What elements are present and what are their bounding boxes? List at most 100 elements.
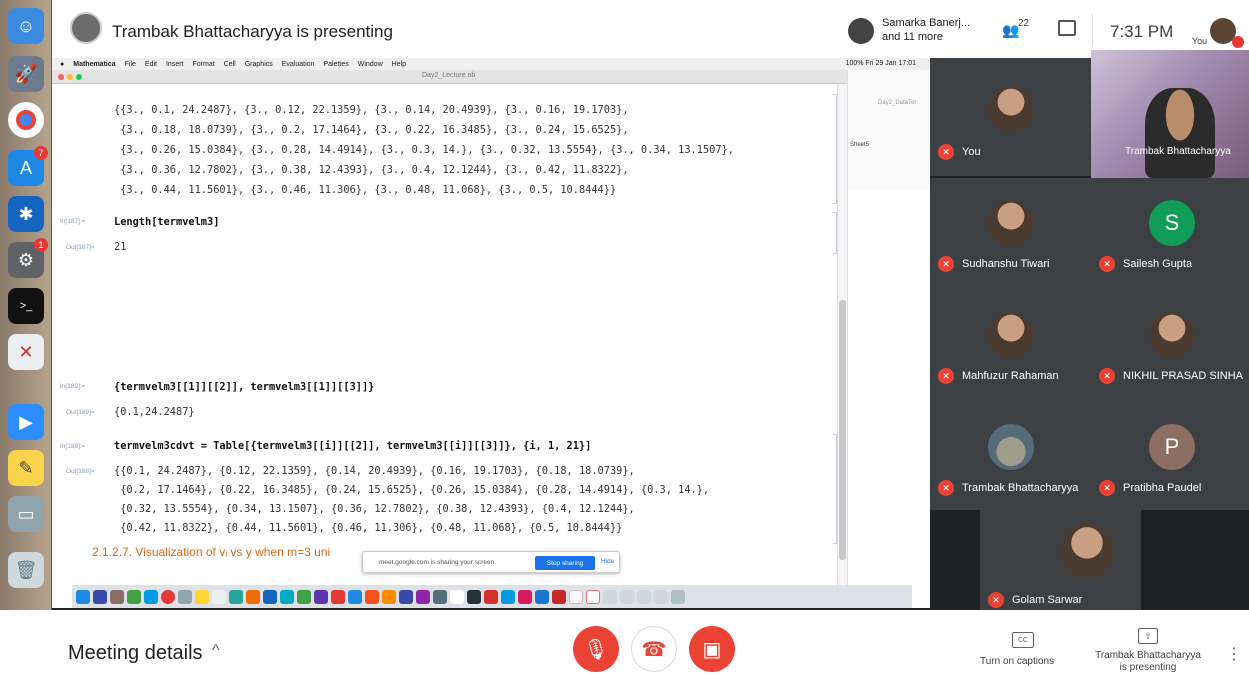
participant-tile[interactable]: P ✕ Pratibha Paudel — [1091, 400, 1249, 510]
participant-tile[interactable]: ✕ Golam Sarwar — [980, 510, 1141, 610]
shared-screen: ● Mathematica File Edit Insert Format Ce… — [52, 58, 930, 608]
mathematica-notebook[interactable]: {{3., 0.1, 24.2487}, {3., 0.12, 22.1359}… — [52, 84, 847, 608]
app-icon[interactable] — [433, 589, 447, 604]
people-icon[interactable]: 👥 — [1002, 22, 1019, 39]
menu-format[interactable]: Format — [193, 61, 215, 68]
app-icon[interactable] — [484, 589, 498, 604]
app-icon[interactable] — [178, 589, 192, 604]
app-icon[interactable] — [535, 589, 549, 604]
app-icon[interactable] — [280, 589, 294, 604]
notes-icon[interactable]: ✎ — [8, 450, 44, 486]
menu-app[interactable]: Mathematica — [73, 61, 115, 68]
menu-help[interactable]: Help — [392, 61, 406, 68]
finder-icon[interactable]: ☺ — [8, 8, 44, 44]
mic-off-button[interactable]: 🎙 — [573, 626, 619, 672]
app-icon[interactable] — [93, 589, 107, 604]
menu-window[interactable]: Window — [358, 61, 383, 68]
app-icon[interactable] — [518, 589, 532, 604]
app-icon[interactable] — [603, 589, 617, 604]
camera-off-button[interactable]: ▣ — [689, 626, 735, 672]
app-icon[interactable] — [76, 589, 90, 604]
app-icon[interactable] — [263, 589, 277, 604]
input-cell[interactable]: {termvelm3[[1]][[2]], termvelm3[[1]][[3]… — [114, 381, 374, 393]
app-icon[interactable] — [552, 589, 566, 604]
app-icon[interactable] — [127, 589, 141, 604]
input-cell[interactable]: termvelm3cdvt = Table[{termvelm3[[i]][[2… — [114, 440, 591, 452]
app-icon[interactable] — [501, 589, 515, 604]
app-icon[interactable] — [586, 589, 600, 604]
hide-button[interactable]: Hide — [601, 558, 614, 565]
viewer-avatar — [848, 18, 874, 44]
menu-insert[interactable]: Insert — [166, 61, 184, 68]
app-icon[interactable] — [399, 589, 413, 604]
divider — [1092, 14, 1093, 46]
menu-edit[interactable]: Edit — [145, 61, 157, 68]
app-icon[interactable] — [365, 589, 379, 604]
apple-icon[interactable]: ● — [60, 61, 64, 68]
trash-icon[interactable]: 🗑 — [8, 552, 44, 588]
menu-graphics[interactable]: Graphics — [245, 61, 273, 68]
trash-icon[interactable] — [671, 589, 685, 604]
scrollbar-thumb[interactable] — [839, 300, 846, 560]
app-icon[interactable] — [569, 589, 583, 604]
app-icon[interactable] — [110, 589, 124, 604]
app-icon[interactable] — [637, 589, 651, 604]
chevron-up-icon[interactable]: ^ — [212, 642, 220, 660]
participant-tile[interactable]: ✕ You — [930, 58, 1091, 176]
system-preferences-icon[interactable]: ⚙ 1 — [8, 238, 48, 278]
meeting-details-button[interactable]: Meeting details — [68, 642, 203, 665]
section-heading[interactable]: 2.1.2.7. Visualization of vᵢ vs y when m… — [92, 545, 330, 559]
terminal-icon[interactable]: >_ — [8, 288, 44, 324]
participant-video-tile[interactable]: Trambak Bhattacharyya — [1091, 50, 1249, 178]
output-label: Out[189]= — [66, 409, 95, 416]
app-icon[interactable] — [450, 589, 464, 604]
presenting-status[interactable]: Trambak Bhattacharyya is presenting — [1088, 650, 1208, 674]
participant-tile[interactable]: S ✕ Sailesh Gupta — [1091, 178, 1249, 290]
present-screen-icon[interactable]: ⇧ — [1138, 628, 1158, 644]
app-icon[interactable] — [467, 589, 481, 604]
menu-evaluation[interactable]: Evaluation — [282, 61, 315, 68]
more-options-icon[interactable]: ⋮ — [1226, 644, 1242, 664]
app-icon[interactable] — [416, 589, 430, 604]
launchpad-icon[interactable]: 🚀 — [8, 56, 44, 92]
crossover-icon[interactable]: ✕ — [8, 334, 44, 370]
bluetooth-icon[interactable]: ✱ — [8, 196, 44, 232]
maximize-window-icon[interactable] — [76, 74, 82, 80]
mac-menubar: ● Mathematica File Edit Insert Format Ce… — [52, 58, 930, 70]
participant-tile[interactable]: ✕ Trambak Bhattacharyya — [930, 400, 1091, 510]
app-icon[interactable] — [654, 589, 668, 604]
app-icon[interactable] — [314, 589, 328, 604]
chat-icon[interactable] — [1058, 20, 1076, 36]
window-title: Day2_Lecture.nb — [422, 72, 476, 79]
input-cell[interactable]: Length[termvelm3] — [114, 216, 219, 228]
stop-sharing-button[interactable]: Stop sharing — [535, 556, 595, 570]
end-call-button[interactable]: ☎ — [631, 626, 677, 672]
zoom-icon[interactable]: ▶ — [8, 404, 44, 440]
participant-tile[interactable]: ✕ Mahfuzur Rahaman — [930, 290, 1091, 400]
app-icon[interactable] — [382, 589, 396, 604]
notebook-scrollbar[interactable] — [837, 84, 847, 608]
app-icon[interactable] — [212, 589, 226, 604]
close-window-icon[interactable] — [58, 74, 64, 80]
captions-icon[interactable]: CC — [1012, 632, 1034, 648]
app-store-icon[interactable]: A7 — [8, 146, 48, 186]
minimize-window-icon[interactable] — [67, 74, 73, 80]
chrome-icon[interactable] — [8, 102, 44, 138]
app-icon[interactable] — [331, 589, 345, 604]
preview-icon[interactable]: ▭ — [8, 496, 44, 532]
app-icon[interactable] — [348, 589, 362, 604]
app-icon[interactable] — [297, 589, 311, 604]
menu-file[interactable]: File — [125, 61, 136, 68]
app-icon[interactable] — [195, 589, 209, 604]
participant-name: Sailesh Gupta — [1123, 258, 1193, 270]
app-icon[interactable] — [144, 589, 158, 604]
participant-tile[interactable]: ✕ NIKHIL PRASAD SINHA — [1091, 290, 1249, 400]
menu-palettes[interactable]: Palettes — [323, 61, 348, 68]
app-icon[interactable] — [620, 589, 634, 604]
app-icon[interactable] — [229, 589, 243, 604]
captions-label[interactable]: Turn on captions — [980, 656, 1054, 667]
menu-cell[interactable]: Cell — [224, 61, 236, 68]
app-icon[interactable] — [161, 589, 175, 604]
participant-tile[interactable]: ✕ Sudhanshu Tiwari — [930, 178, 1091, 290]
app-icon[interactable] — [246, 589, 260, 604]
